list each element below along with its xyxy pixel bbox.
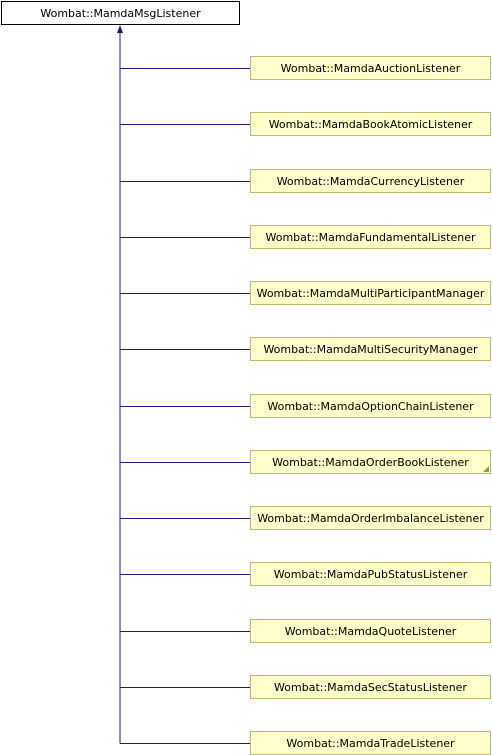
base-class-label: Wombat::MamdaMsgListener <box>40 6 201 20</box>
derived-class-label: Wombat::MamdaAuctionListener <box>280 61 461 75</box>
derived-class-node[interactable]: Wombat::MamdaCurrencyListener <box>250 169 491 193</box>
derived-class-label: Wombat::MamdaFundamentalListener <box>265 230 476 244</box>
derived-class-node[interactable]: Wombat::MamdaOrderBookListener <box>250 450 491 474</box>
derived-class-label: Wombat::MamdaMultiParticipantManager <box>256 286 485 300</box>
base-class-node[interactable]: Wombat::MamdaMsgListener <box>1 1 240 25</box>
inheritance-diagram: Wombat::MamdaMsgListener Wombat::MamdaAu… <box>0 0 492 755</box>
derived-class-label: Wombat::MamdaOrderBookListener <box>272 455 469 469</box>
derived-class-node[interactable]: Wombat::MamdaMultiSecurityManager <box>250 337 491 361</box>
derived-class-node[interactable]: Wombat::MamdaOrderImbalanceListener <box>250 506 491 530</box>
derived-class-node[interactable]: Wombat::MamdaQuoteListener <box>250 619 491 643</box>
derived-class-label: Wombat::MamdaTradeListener <box>286 736 455 750</box>
derived-class-node[interactable]: Wombat::MamdaPubStatusListener <box>250 562 491 586</box>
more-subclasses-marker <box>483 466 489 472</box>
derived-class-node[interactable]: Wombat::MamdaMultiParticipantManager <box>250 281 491 305</box>
derived-class-label: Wombat::MamdaOrderImbalanceListener <box>257 511 484 525</box>
derived-class-label: Wombat::MamdaMultiSecurityManager <box>263 342 478 356</box>
derived-class-node[interactable]: Wombat::MamdaBookAtomicListener <box>250 112 491 136</box>
derived-class-label: Wombat::MamdaPubStatusListener <box>273 567 468 581</box>
derived-class-label: Wombat::MamdaBookAtomicListener <box>268 117 473 131</box>
inheritance-arrowhead <box>117 25 123 33</box>
derived-class-label: Wombat::MamdaQuoteListener <box>284 624 457 638</box>
derived-class-node[interactable]: Wombat::MamdaSecStatusListener <box>250 675 491 699</box>
derived-class-node[interactable]: Wombat::MamdaAuctionListener <box>250 56 491 80</box>
derived-class-label: Wombat::MamdaSecStatusListener <box>274 680 467 694</box>
derived-class-label: Wombat::MamdaOptionChainListener <box>267 399 474 413</box>
derived-class-label: Wombat::MamdaCurrencyListener <box>276 174 465 188</box>
derived-class-node[interactable]: Wombat::MamdaFundamentalListener <box>250 225 491 249</box>
derived-class-node[interactable]: Wombat::MamdaOptionChainListener <box>250 394 491 418</box>
derived-class-node[interactable]: Wombat::MamdaTradeListener <box>250 731 491 755</box>
